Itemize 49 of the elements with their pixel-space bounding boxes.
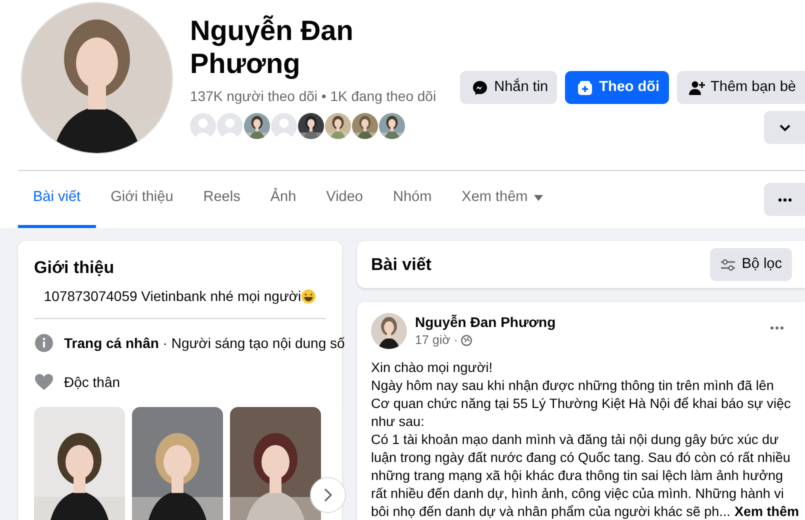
filter-button[interactable]: Bộ lọc (710, 248, 792, 281)
author-avatar[interactable] (371, 313, 407, 349)
friend-avatar[interactable] (325, 113, 351, 139)
friend-avatar[interactable] (352, 113, 378, 139)
post-text-line: rất nhiều đến danh dự, hình ảnh, công việc của mình. Những hành vi (371, 484, 785, 503)
globe-icon (460, 334, 472, 346)
profile-tab[interactable]: Video (311, 171, 378, 228)
post-time[interactable]: 17 giờ · (415, 331, 458, 350)
post-text-line: luận trong ngày đất nước đang có Quốc tang. Sau đó còn có rất nhiều (371, 448, 792, 467)
messenger-icon (472, 80, 488, 96)
post-text-line: Có 1 tài khoản mạo danh mình và đăng tải nội dung gây bức xúc dư (371, 430, 780, 449)
chevron-down-icon (778, 124, 790, 132)
posts-title: Bài viết (371, 254, 432, 276)
bio-text: 107873074059 Vietinbank nhé mọi người (44, 286, 302, 306)
next-button[interactable] (310, 476, 346, 512)
post-text-line: bôi nhọ đến danh dự và nhân phẩm của người khác sẽ ph... (371, 502, 730, 520)
friend-avatar[interactable] (244, 113, 270, 139)
chevron-right-icon (324, 488, 332, 502)
profile-tab[interactable]: Ảnh (255, 171, 312, 228)
see-more-link[interactable]: Xem thêm (734, 502, 799, 520)
post-text-line: như sau: (371, 412, 426, 431)
intro-title: Giới thiệu (34, 257, 116, 279)
friend-avatar[interactable] (298, 113, 324, 139)
profile-tab[interactable]: Giới thiệu (96, 171, 188, 228)
profile-name: Nguyễn Đan Phương (190, 14, 354, 80)
friend-avatar[interactable] (379, 113, 405, 139)
profile-tab[interactable]: Bài viết (18, 171, 96, 228)
post-text-line: những trang mạng xã hội khác đưa thông tin sai lệch làm ảnh hưởng (371, 466, 784, 485)
follow-button[interactable]: Theo dõi (565, 71, 669, 104)
more-icon (770, 326, 784, 330)
more-icon (778, 198, 792, 202)
post-text-line: Cơ quan chức năng tại 55 Lý Thường Kiệt Hà Nội để khai báo sự việc (371, 394, 792, 413)
laughing-emoji-icon (301, 288, 316, 304)
info-icon (34, 333, 54, 353)
profile-tab[interactable]: Xem thêm (446, 171, 558, 228)
post-text-line: Xin chào mọi người! (371, 358, 494, 377)
post-text-line: Ngày hôm nay sau khi nhận được những thông tin trên mình đã lên (371, 376, 775, 395)
filter-icon (720, 258, 736, 270)
message-button[interactable]: Nhắn tin (460, 71, 558, 104)
intro-detail: Độc thân (64, 372, 120, 392)
add-person-icon (688, 80, 705, 96)
add-friend-button[interactable]: Thêm bạn bè (676, 71, 805, 104)
heart-icon (34, 373, 54, 391)
intro-detail: Trang cá nhân · Người sáng tạo nội dung số (64, 334, 345, 353)
follower-stats: 137K người theo dõi • 1K đang theo dõi (190, 87, 436, 106)
profile-tab[interactable]: Nhóm (378, 171, 447, 228)
post-author[interactable]: Nguyễn Đan Phương (415, 313, 556, 331)
profile-tab[interactable]: Reels (188, 171, 256, 228)
follow-icon (577, 80, 594, 96)
